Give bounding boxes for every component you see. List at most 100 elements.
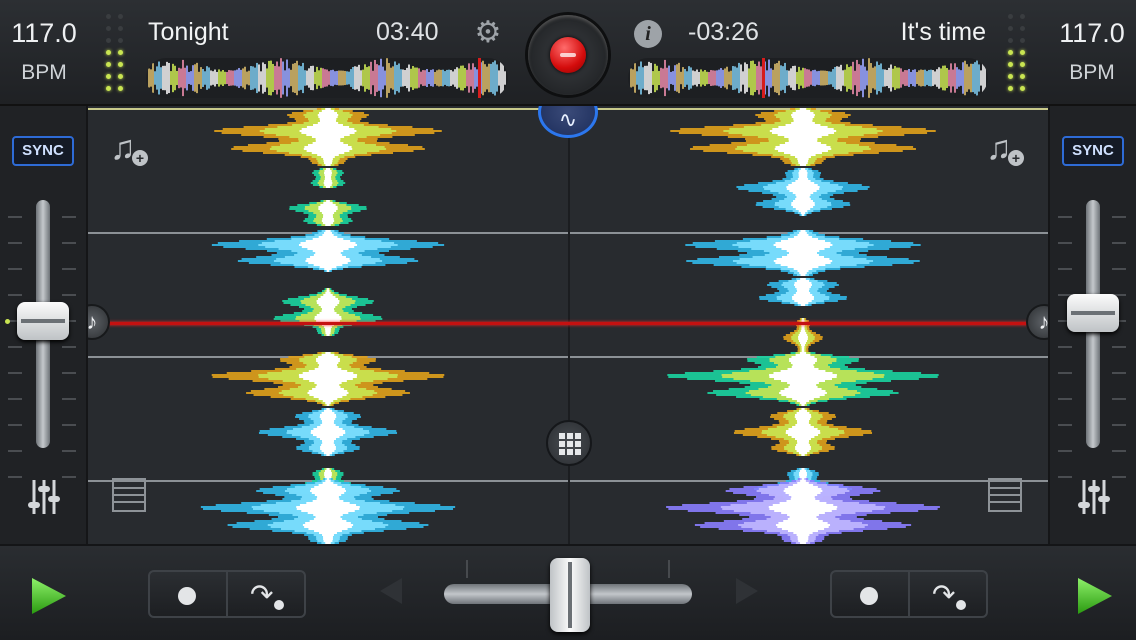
- waveform-area[interactable]: ∿ ♫ + ♫ + ♪ ♪: [88, 106, 1048, 544]
- left-sync-button[interactable]: SYNC: [12, 136, 74, 166]
- redo-arrow-icon: ↷: [932, 580, 966, 610]
- left-music-note-add-icon[interactable]: ♫ +: [110, 128, 150, 168]
- grid-icon[interactable]: [546, 420, 592, 466]
- left-redo-button[interactable]: ↷: [226, 572, 304, 616]
- pitch-tick: [62, 242, 76, 244]
- right-track-time: -03:26: [688, 18, 759, 46]
- right-deck-controls: SYNC: [1048, 106, 1136, 544]
- right-list-icon[interactable]: [988, 478, 1022, 512]
- pitch-tick: [8, 476, 22, 478]
- record-button[interactable]: [528, 15, 608, 95]
- transport-bar: ↷ ↷: [0, 544, 1136, 640]
- grid-dot: [575, 433, 581, 439]
- pitch-tick: [1058, 372, 1072, 374]
- pitch-tick: [1112, 372, 1126, 374]
- vu-segment: [106, 14, 111, 19]
- vu-segment: [1020, 86, 1025, 91]
- right-mini-waveform[interactable]: [628, 58, 988, 98]
- right-track-title[interactable]: It's time: [901, 18, 986, 47]
- pitch-tick: [62, 216, 76, 218]
- right-sync-button[interactable]: SYNC: [1062, 136, 1124, 166]
- pitch-tick: [1112, 450, 1126, 452]
- left-music-note-icon[interactable]: ♪: [88, 304, 110, 340]
- right-waveform[interactable]: [648, 106, 958, 544]
- grid-dot: [567, 433, 573, 439]
- pitch-tick: [8, 346, 22, 348]
- vu-segment: [1008, 62, 1013, 67]
- vu-segment: [1008, 86, 1013, 91]
- left-loop-controls: ↷: [148, 570, 306, 618]
- grid-dot: [567, 449, 573, 455]
- pitch-tick: [8, 216, 22, 218]
- left-bpm-display: 117.0 BPM: [0, 8, 88, 104]
- right-music-note-add-icon[interactable]: ♫ +: [986, 128, 1026, 168]
- right-loop-dot-button[interactable]: [832, 572, 908, 616]
- pitch-tick: [8, 372, 22, 374]
- right-redo-button[interactable]: ↷: [908, 572, 986, 616]
- right-music-note-icon[interactable]: ♪: [1026, 304, 1048, 340]
- crossfader-left-arrow[interactable]: [380, 578, 402, 604]
- pitch-tick: [62, 372, 76, 374]
- crossfader-handle[interactable]: [550, 558, 590, 632]
- vu-segment: [1020, 74, 1025, 79]
- pitch-tick: [8, 424, 22, 426]
- right-pitch-handle[interactable]: [1067, 294, 1119, 332]
- pitch-tick: [1112, 242, 1126, 244]
- pitch-tick: [1058, 242, 1072, 244]
- equalizer-sliders-icon[interactable]: [26, 478, 62, 516]
- vu-segment: [106, 50, 111, 55]
- record-icon: [550, 37, 586, 73]
- grid-dot: [575, 449, 581, 455]
- pitch-tick: [1058, 268, 1072, 270]
- pitch-tick: [1058, 424, 1072, 426]
- dot-icon: [178, 587, 196, 605]
- vu-segment: [1020, 50, 1025, 55]
- left-mini-waveform[interactable]: [146, 58, 508, 98]
- left-vu-meter: [104, 14, 134, 98]
- right-play-icon[interactable]: [1076, 576, 1114, 616]
- gear-icon[interactable]: ⚙: [473, 18, 503, 48]
- left-list-icon[interactable]: [112, 478, 146, 512]
- pitch-tick: [1058, 346, 1072, 348]
- vu-segment: [1020, 38, 1025, 43]
- pitch-tick: [1112, 216, 1126, 218]
- vu-segment: [1008, 26, 1013, 31]
- pitch-tick: [1058, 216, 1072, 218]
- vu-segment: [118, 50, 123, 55]
- info-icon[interactable]: i: [634, 20, 662, 48]
- vu-segment: [1008, 14, 1013, 19]
- pitch-tick: [62, 476, 76, 478]
- vu-segment: [1008, 38, 1013, 43]
- left-track-title[interactable]: Tonight: [148, 18, 229, 47]
- right-bpm-value: 117.0: [1059, 18, 1125, 48]
- pitch-tick: [8, 294, 22, 296]
- pitch-tick: [1112, 424, 1126, 426]
- right-bpm-display: 117.0 BPM: [1048, 8, 1136, 104]
- left-loop-dot-button[interactable]: [150, 572, 226, 616]
- pitch-tick: [62, 450, 76, 452]
- pitch-tick: [62, 346, 76, 348]
- right-bpm-unit: BPM: [1069, 61, 1115, 84]
- pitch-tick: [1058, 450, 1072, 452]
- left-play-icon[interactable]: [30, 576, 68, 616]
- crossfader-right-arrow[interactable]: [736, 578, 758, 604]
- crossfader-tick: [668, 560, 670, 578]
- pitch-tick: [8, 450, 22, 452]
- vu-segment: [118, 86, 123, 91]
- pitch-tick: [8, 242, 22, 244]
- waveform-icon[interactable]: ∿: [538, 106, 598, 138]
- vu-segment: [106, 86, 111, 91]
- left-waveform[interactable]: [188, 106, 468, 544]
- vu-segment: [1008, 50, 1013, 55]
- pitch-tick: [62, 294, 76, 296]
- redo-arrow-icon: ↷: [250, 580, 284, 610]
- left-pitch-handle[interactable]: [17, 302, 69, 340]
- crossfader-tick: [466, 560, 468, 578]
- pitch-tick: [1058, 476, 1072, 478]
- pitch-tick: [1112, 346, 1126, 348]
- playhead-line: [88, 322, 1048, 325]
- left-deck-controls: SYNC: [0, 106, 88, 544]
- right-vu-meter: [1006, 14, 1036, 98]
- equalizer-sliders-icon[interactable]: [1076, 478, 1112, 516]
- left-pitch-indicator: [5, 319, 10, 324]
